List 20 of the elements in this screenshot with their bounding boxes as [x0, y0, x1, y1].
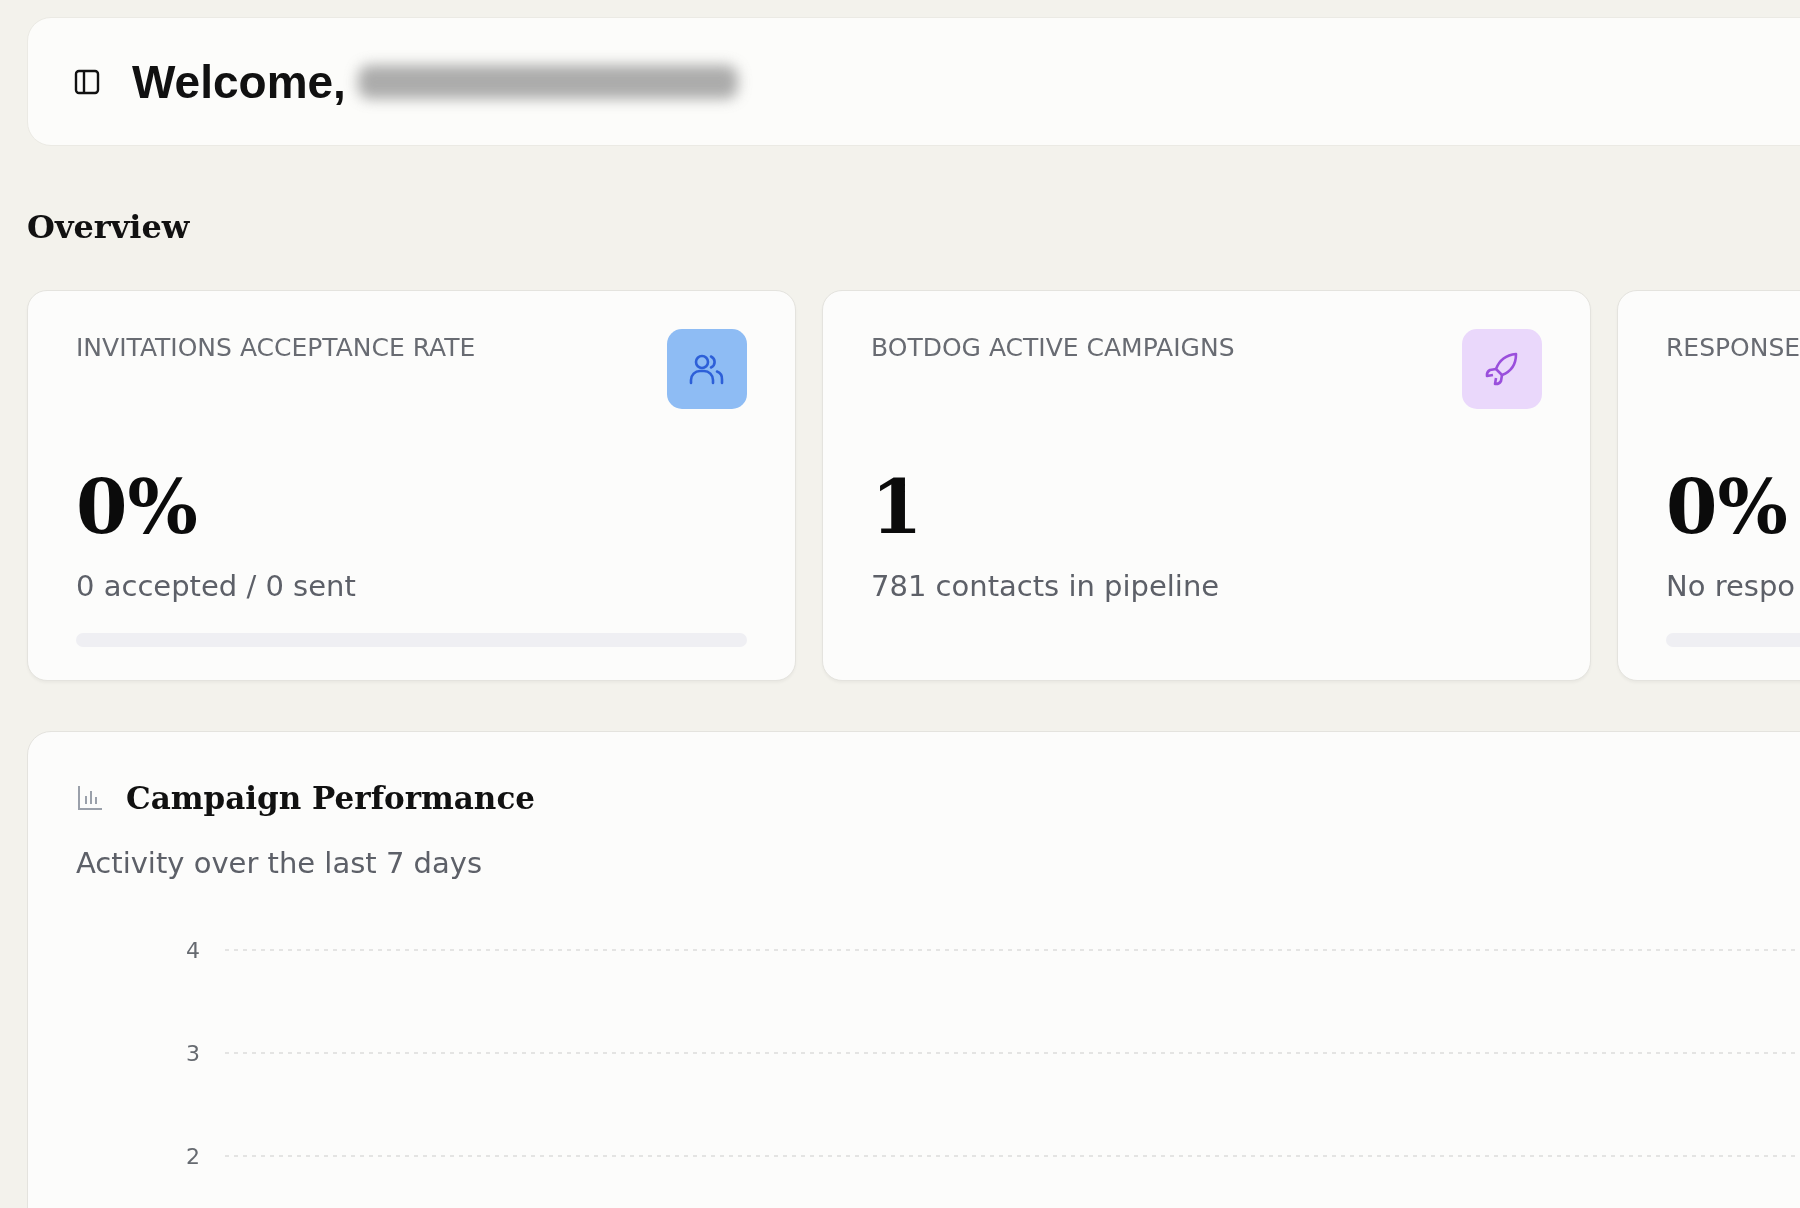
welcome-title: Welcome, [132, 54, 346, 109]
users-icon [667, 329, 747, 409]
stat-value: 0% [76, 463, 199, 552]
stat-label: INVITATIONS ACCEPTANCE RATE [76, 333, 476, 362]
chart-subtitle: Activity over the last 7 days [76, 846, 483, 880]
stat-label: BOTDOG ACTIVE CAMPAIGNS [871, 333, 1235, 362]
axis-tick-label: 4 [186, 938, 200, 963]
stat-label: RESPONSE [1666, 333, 1800, 362]
stat-detail: No respo [1666, 569, 1797, 603]
axis-tick-label: 2 [186, 1144, 200, 1169]
rocket-icon [1462, 329, 1542, 409]
stat-detail: 781 contacts in pipeline [871, 569, 1221, 603]
axis-tick-label: 3 [186, 1041, 200, 1066]
section-title: Overview [27, 208, 191, 246]
stat-detail: 0 accepted / 0 sent [76, 569, 357, 603]
stat-value: 1 [871, 463, 924, 552]
chart-title: Campaign Performance [126, 780, 535, 816]
bar-chart-icon [76, 784, 104, 812]
stat-value: 0% [1666, 463, 1789, 552]
sidebar-toggle-icon[interactable] [74, 68, 100, 95]
